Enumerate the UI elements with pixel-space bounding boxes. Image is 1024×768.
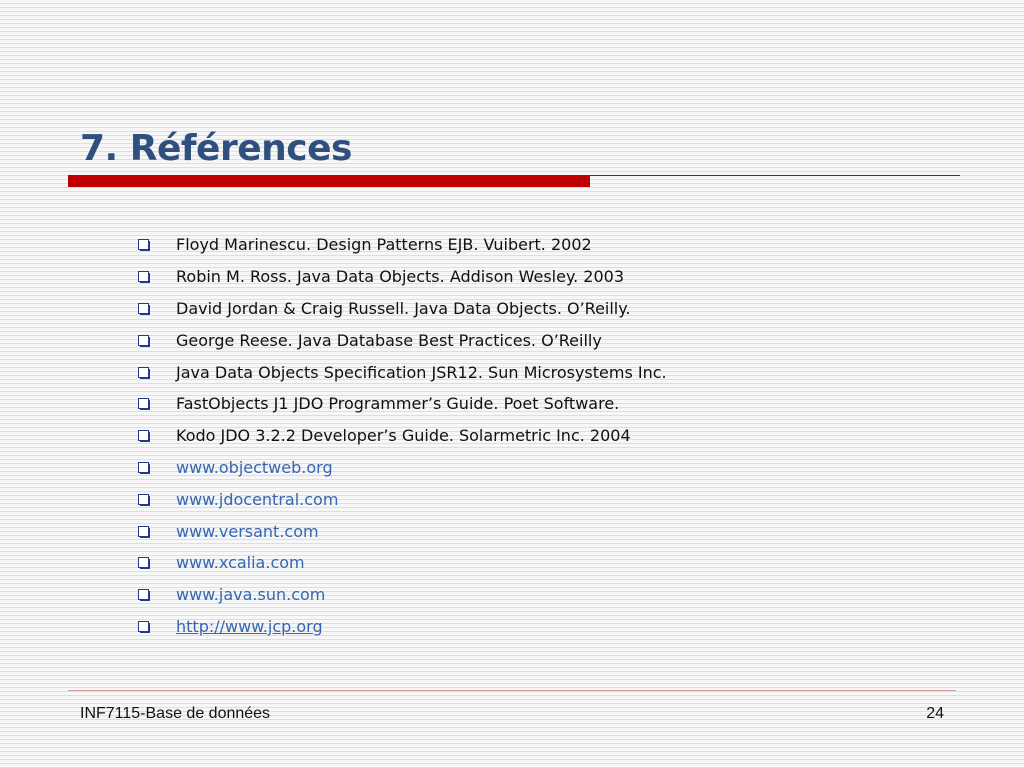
square-bullet-icon — [138, 271, 150, 284]
reference-item[interactable]: www.objectweb.org — [138, 452, 667, 484]
reference-item: Kodo JDO 3.2.2 Developer’s Guide. Solarm… — [138, 420, 667, 452]
reference-item[interactable]: www.java.sun.com — [138, 579, 667, 611]
reference-text: George Reese. Java Database Best Practic… — [176, 330, 602, 350]
reference-text: Floyd Marinescu. Design Patterns EJB. Vu… — [176, 235, 592, 255]
reference-item: George Reese. Java Database Best Practic… — [138, 324, 667, 356]
reference-link[interactable]: www.versant.com — [176, 522, 319, 541]
square-bullet-icon — [138, 620, 150, 633]
reference-link[interactable]: www.xcalia.com — [176, 553, 305, 572]
reference-text: David Jordan & Craig Russell. Java Data … — [176, 298, 631, 318]
square-bullet-icon — [138, 239, 150, 252]
reference-item: David Jordan & Craig Russell. Java Data … — [138, 293, 667, 325]
page-number: 24 — [926, 705, 944, 722]
reference-item[interactable]: www.xcalia.com — [138, 547, 667, 579]
square-bullet-icon — [138, 398, 150, 411]
reference-text: Java Data Objects Specification JSR12. S… — [176, 362, 667, 382]
footer-course-title: INF7115-Base de données — [80, 705, 271, 722]
square-bullet-icon — [138, 302, 150, 315]
reference-item: FastObjects J1 JDO Programmer’s Guide. P… — [138, 388, 667, 420]
reference-item[interactable]: www.versant.com — [138, 515, 667, 547]
reference-item[interactable]: www.jdocentral.com — [138, 483, 667, 515]
reference-link[interactable]: www.java.sun.com — [176, 585, 325, 604]
title-underline-bar — [68, 175, 590, 187]
reference-text: FastObjects J1 JDO Programmer’s Guide. P… — [176, 394, 620, 414]
slide-title: 7. Références — [80, 128, 352, 169]
footer-divider — [68, 690, 956, 691]
reference-item[interactable]: http://www.jcp.org — [138, 611, 667, 643]
reference-item: Floyd Marinescu. Design Patterns EJB. Vu… — [138, 229, 667, 261]
square-bullet-icon — [138, 430, 150, 443]
reference-link[interactable]: http://www.jcp.org — [176, 617, 323, 636]
reference-item: Java Data Objects Specification JSR12. S… — [138, 356, 667, 388]
reference-link[interactable]: www.jdocentral.com — [176, 490, 338, 509]
reference-link[interactable]: www.objectweb.org — [176, 458, 333, 477]
title-underline-line — [590, 175, 960, 176]
square-bullet-icon — [138, 557, 150, 570]
references-list: Floyd Marinescu. Design Patterns EJB. Vu… — [138, 229, 667, 642]
reference-text: Robin M. Ross. Java Data Objects. Addiso… — [176, 267, 625, 287]
square-bullet-icon — [138, 525, 150, 538]
square-bullet-icon — [138, 589, 150, 602]
square-bullet-icon — [138, 366, 150, 379]
square-bullet-icon — [138, 493, 150, 506]
reference-text: Kodo JDO 3.2.2 Developer’s Guide. Solarm… — [176, 426, 631, 446]
reference-item: Robin M. Ross. Java Data Objects. Addiso… — [138, 261, 667, 293]
square-bullet-icon — [138, 461, 150, 474]
slide: 7. Références Floyd Marinescu. Design Pa… — [0, 0, 1024, 768]
square-bullet-icon — [138, 334, 150, 347]
